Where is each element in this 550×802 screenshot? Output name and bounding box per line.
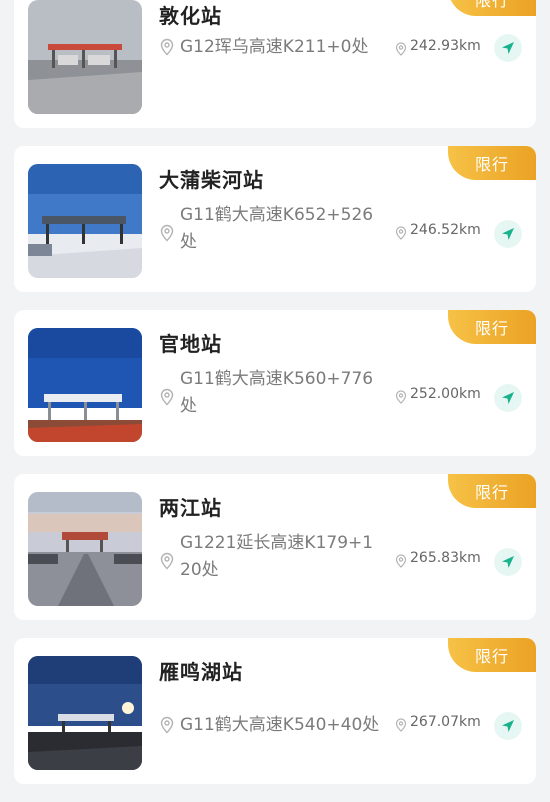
restriction-badge: 限行 (448, 146, 536, 180)
navigate-button[interactable] (494, 548, 522, 576)
station-name: 雁鸣湖站 (159, 660, 243, 684)
station-distance: 267.07km (410, 714, 481, 730)
station-list: 敦化站 G12珲乌高速K211+0处 242.93km 限行 大蒲柴河站 G11… (0, 0, 550, 802)
distance-pin-icon (395, 42, 407, 56)
location-pin-icon (160, 388, 174, 406)
station-card[interactable]: 雁鸣湖站 G11鹤大高速K540+40处 267.07km 限行 (14, 638, 536, 784)
navigation-arrow-icon (502, 392, 514, 404)
station-card[interactable]: 大蒲柴河站 G11鹤大高速K652+526处 246.52km 限行 (14, 146, 536, 292)
navigation-arrow-icon (502, 556, 514, 568)
restriction-badge: 限行 (448, 474, 536, 508)
location-pin-icon (160, 552, 174, 570)
station-card[interactable]: 敦化站 G12珲乌高速K211+0处 242.93km 限行 (14, 0, 536, 128)
station-distance: 246.52km (410, 222, 481, 238)
navigation-arrow-icon (502, 720, 514, 732)
station-address: G11鹤大高速K540+40处 (180, 715, 380, 735)
navigate-button[interactable] (494, 384, 522, 412)
station-name: 敦化站 (159, 4, 222, 28)
station-card[interactable]: 两江站 G1221延长高速K179+120处 265.83km 限行 (14, 474, 536, 620)
location-pin-icon (160, 224, 174, 242)
restriction-badge: 限行 (448, 638, 536, 672)
station-photo (28, 656, 142, 770)
station-name: 大蒲柴河站 (159, 168, 264, 192)
distance-pin-icon (395, 718, 407, 732)
navigate-button[interactable] (494, 34, 522, 62)
station-address: G11鹤大高速K652+526处 (180, 205, 374, 252)
navigate-button[interactable] (494, 220, 522, 248)
station-card[interactable]: 官地站 G11鹤大高速K560+776处 252.00km 限行 (14, 310, 536, 456)
station-address: G11鹤大高速K560+776处 (180, 369, 374, 416)
distance-pin-icon (395, 226, 407, 240)
navigation-arrow-icon (502, 228, 514, 240)
location-pin-icon (160, 716, 174, 734)
location-pin-icon (160, 38, 174, 56)
distance-pin-icon (395, 390, 407, 404)
station-address: G1221延长高速K179+120处 (180, 533, 374, 580)
station-photo (28, 492, 142, 606)
navigate-button[interactable] (494, 712, 522, 740)
restriction-badge: 限行 (448, 310, 536, 344)
navigation-arrow-icon (502, 42, 514, 54)
station-distance: 242.93km (410, 38, 481, 54)
distance-pin-icon (395, 554, 407, 568)
station-name: 官地站 (159, 332, 222, 356)
station-distance: 252.00km (410, 386, 481, 402)
station-photo (28, 0, 142, 114)
station-photo (28, 164, 142, 278)
station-distance: 265.83km (410, 550, 481, 566)
station-name: 两江站 (159, 496, 222, 520)
station-address: G12珲乌高速K211+0处 (180, 37, 369, 57)
restriction-badge: 限行 (448, 0, 536, 16)
station-photo (28, 328, 142, 442)
